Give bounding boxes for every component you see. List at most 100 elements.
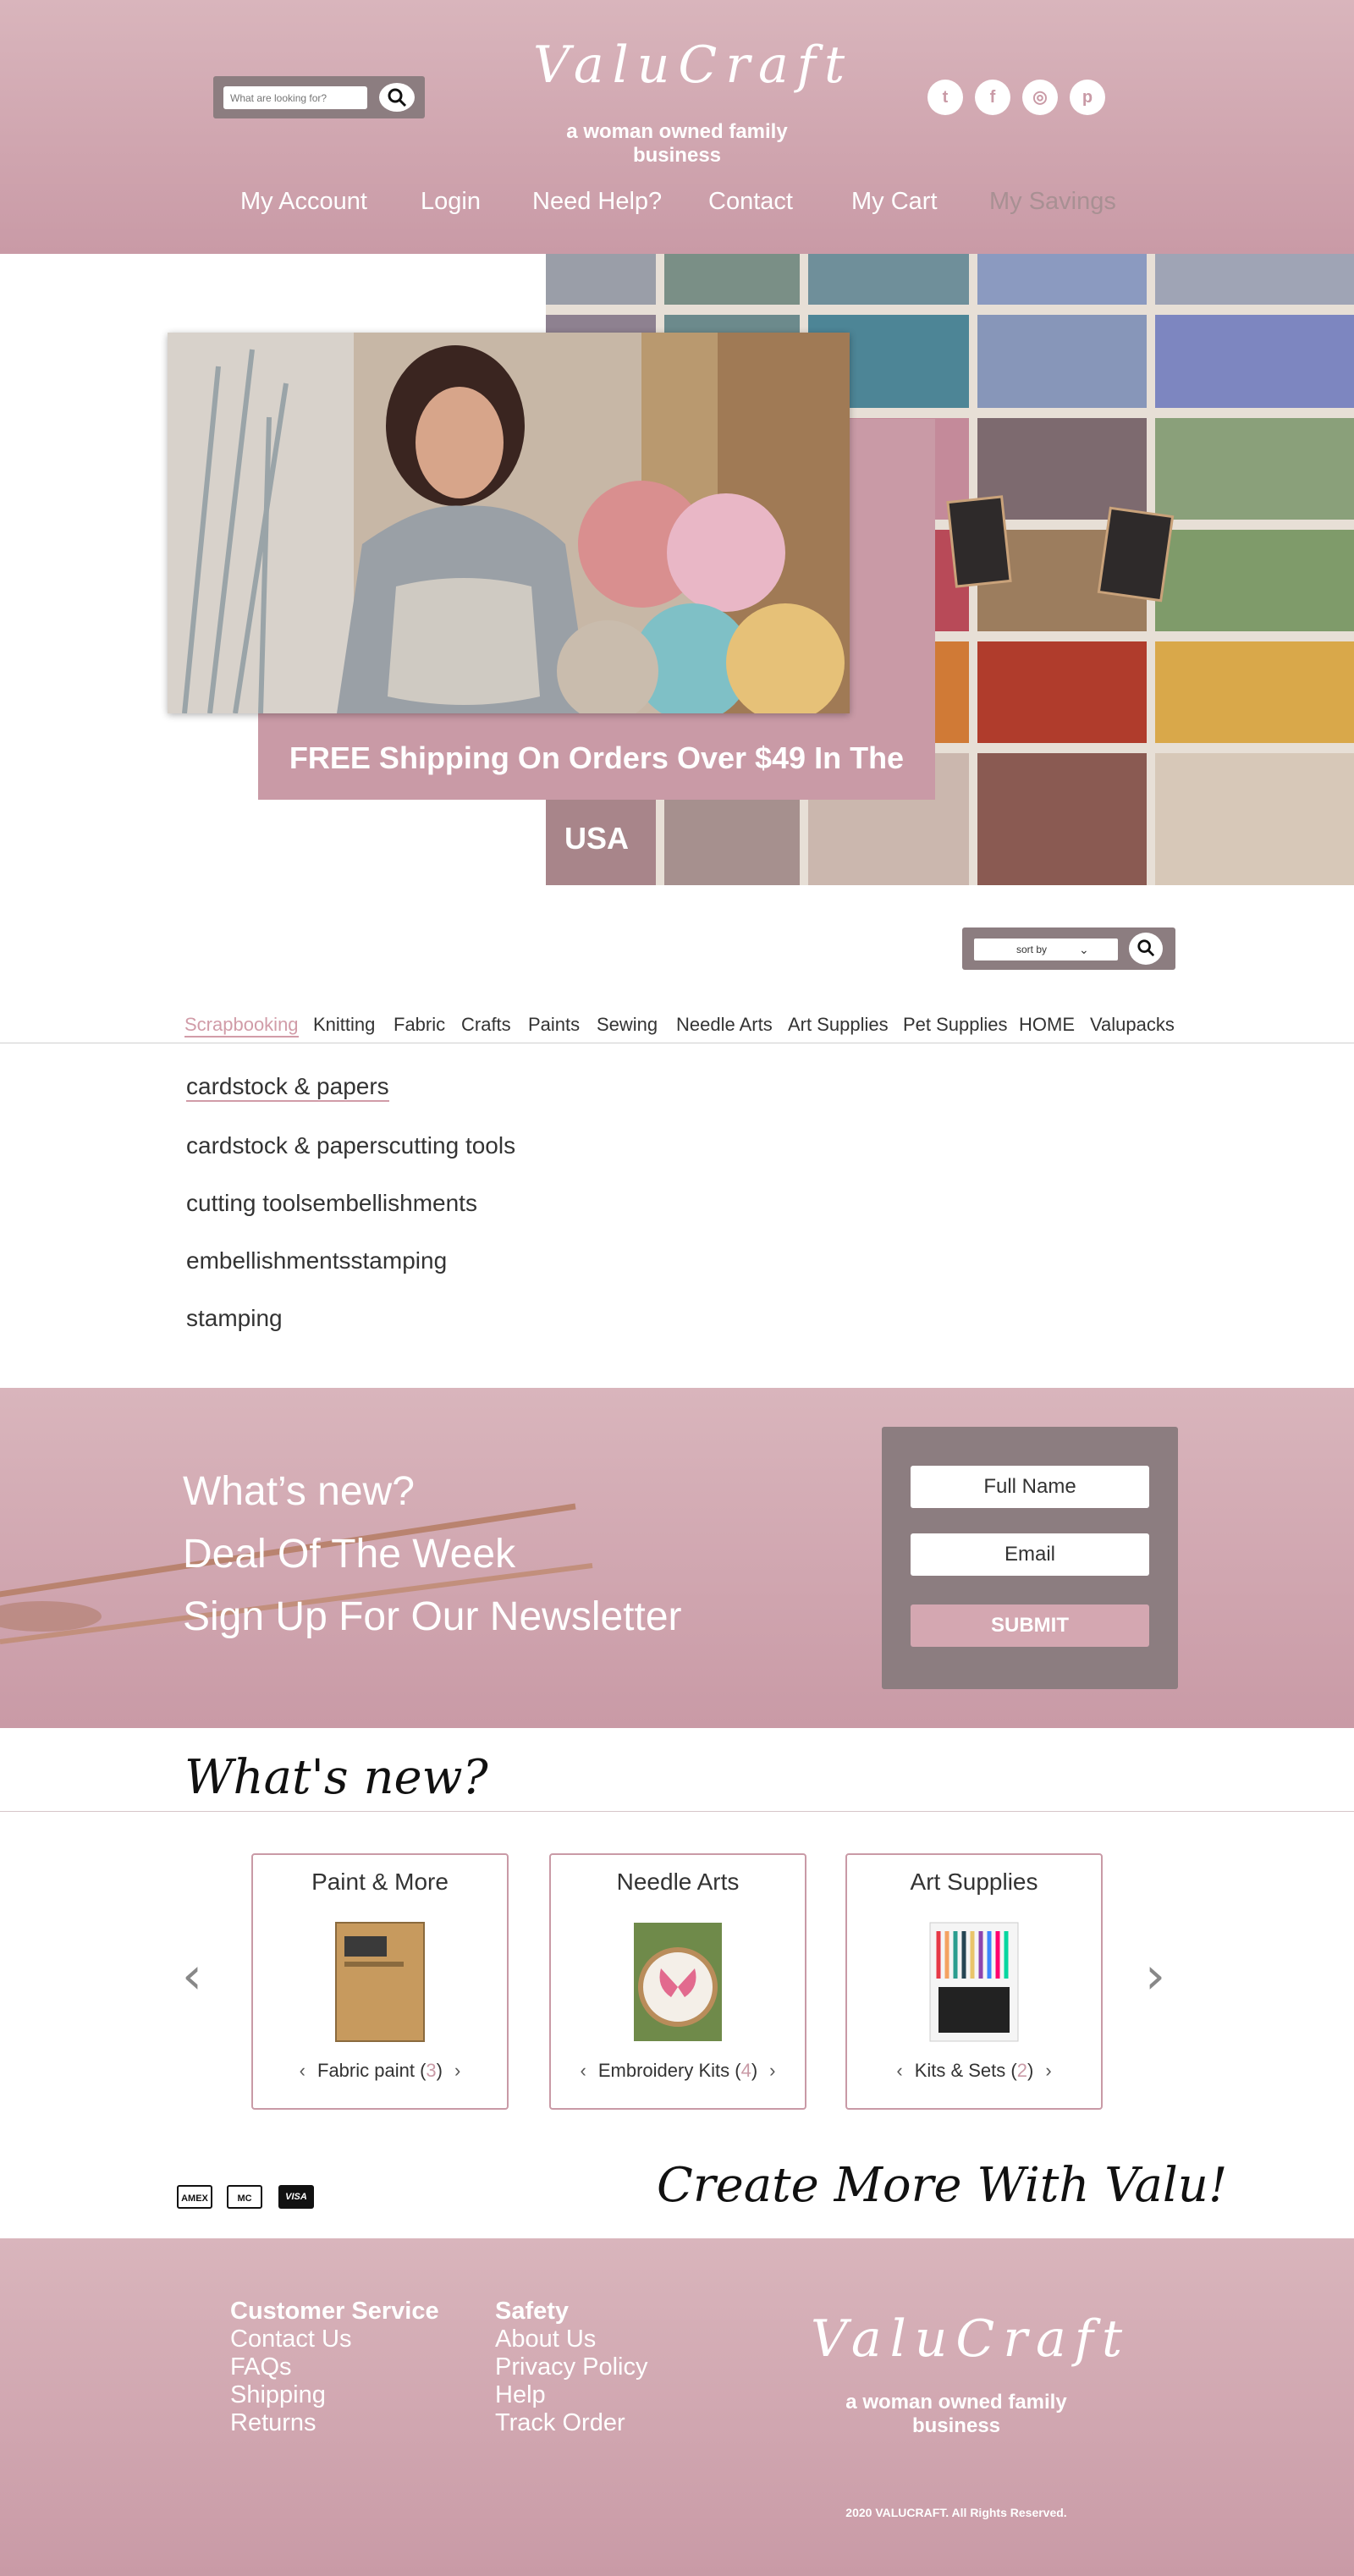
footer-logo[interactable]: ValuCraft bbox=[811, 2309, 1122, 2369]
footer-link[interactable]: Returns bbox=[230, 2409, 439, 2437]
subcategory-item[interactable]: stamping bbox=[186, 1305, 515, 1332]
facebook-icon[interactable]: f bbox=[975, 80, 1010, 115]
instagram-icon[interactable]: ◎ bbox=[1022, 80, 1058, 115]
whats-new-link[interactable]: What’s new? bbox=[183, 1461, 682, 1523]
pinterest-icon[interactable]: p bbox=[1070, 80, 1105, 115]
twitter-icon[interactable]: t bbox=[927, 80, 963, 115]
search-icon bbox=[1137, 939, 1155, 957]
card-nav: ‹ Fabric paint (3) › bbox=[299, 2060, 461, 2081]
footer-link[interactable]: FAQs bbox=[230, 2353, 439, 2381]
product-card[interactable]: Paint & More ‹ Fabric paint (3) › bbox=[251, 1853, 509, 2110]
card-nav: ‹ Embroidery Kits (4) › bbox=[580, 2060, 776, 2081]
amex-icon: AMEX bbox=[177, 2185, 212, 2209]
sort-label: sort by bbox=[1016, 944, 1048, 955]
nav-my-savings[interactable]: My Savings bbox=[989, 188, 1116, 216]
chevron-right-icon[interactable]: › bbox=[769, 2060, 775, 2081]
category-scrapbooking[interactable]: Scrapbooking bbox=[184, 1014, 299, 1038]
footer-col-safety: Safety About Us Privacy Policy Help Trac… bbox=[495, 2298, 648, 2437]
site-header: ValuCraft a woman owned family business … bbox=[0, 0, 1354, 254]
site-logo[interactable]: ValuCraft bbox=[533, 36, 845, 95]
card-item-count: 4 bbox=[740, 2060, 751, 2081]
card-nav: ‹ Kits & Sets (2) › bbox=[896, 2060, 1052, 2081]
newsletter-signup-text: Sign Up For Our Newsletter bbox=[183, 1594, 682, 1639]
footer-tagline: a woman owned family business bbox=[845, 2391, 1067, 2437]
social-links: t f ◎ p bbox=[927, 80, 1117, 115]
product-card[interactable]: Needle Arts ‹ Embroidery Kits (4) › bbox=[549, 1853, 806, 2110]
category-needle-arts[interactable]: Needle Arts bbox=[676, 1014, 773, 1036]
card-title: Paint & More bbox=[311, 1869, 449, 1895]
search-icon bbox=[388, 88, 407, 107]
newsletter-form: Full Name Email SUBMIT bbox=[882, 1427, 1178, 1689]
footer-link[interactable]: About Us bbox=[495, 2326, 648, 2353]
footer-link[interactable]: Shipping bbox=[230, 2381, 439, 2409]
footer-link[interactable]: Help bbox=[495, 2381, 648, 2409]
subcategory-item[interactable]: cutting toolsembellishments bbox=[186, 1190, 515, 1217]
sort-search-button[interactable] bbox=[1129, 933, 1163, 965]
deal-of-week-link[interactable]: Deal Of The Week bbox=[183, 1523, 682, 1586]
nav-my-cart[interactable]: My Cart bbox=[851, 188, 938, 216]
category-fabric[interactable]: Fabric bbox=[394, 1014, 445, 1036]
search-button[interactable] bbox=[379, 83, 415, 112]
category-valupacks[interactable]: Valupacks bbox=[1090, 1014, 1175, 1036]
header-search bbox=[213, 76, 425, 118]
site-tagline: a woman owned family business bbox=[566, 120, 788, 167]
footer-heading: Customer Service bbox=[230, 2298, 439, 2325]
slogan: Create More With Valu! bbox=[657, 2158, 1228, 2213]
chevron-down-icon: ⌄ bbox=[1079, 943, 1089, 956]
search-input[interactable] bbox=[223, 86, 367, 109]
chevron-left-icon[interactable]: ‹ bbox=[896, 2060, 902, 2081]
woman-knitting-illustration bbox=[168, 333, 850, 713]
subcategory-item[interactable]: embellishmentsstamping bbox=[186, 1247, 515, 1274]
category-paints[interactable]: Paints bbox=[528, 1014, 580, 1036]
whats-new-title: What's new? bbox=[184, 1750, 488, 1805]
card-item-count: 2 bbox=[1016, 2060, 1027, 2081]
carousel-prev-icon[interactable]: ‹ bbox=[182, 1946, 202, 2006]
chevron-right-icon[interactable]: › bbox=[454, 2060, 460, 2081]
card-item-label[interactable]: Kits & Sets bbox=[915, 2060, 1006, 2081]
footer-link[interactable]: Track Order bbox=[495, 2409, 648, 2437]
nav-my-account[interactable]: My Account bbox=[240, 188, 367, 216]
email-field[interactable]: Email bbox=[911, 1533, 1149, 1576]
card-title: Needle Arts bbox=[616, 1869, 740, 1895]
subcategory-list: cardstock & papers cardstock & paperscut… bbox=[186, 1073, 515, 1362]
footer-col-customer: Customer Service Contact Us FAQs Shippin… bbox=[230, 2298, 439, 2437]
copyright: 2020 VALUCRAFT. All Rights Reserved. bbox=[845, 2506, 1067, 2519]
embroidery-kit-image bbox=[634, 1923, 722, 2041]
card-item-label[interactable]: Embroidery Kits bbox=[598, 2060, 729, 2081]
fabric-paint-image bbox=[335, 1922, 425, 2042]
site-footer: Customer Service Contact Us FAQs Shippin… bbox=[0, 2238, 1354, 2576]
category-crafts[interactable]: Crafts bbox=[461, 1014, 511, 1036]
free-shipping-banner: FREE Shipping On Orders Over $49 In The … bbox=[289, 740, 905, 856]
product-card[interactable]: Art Supplies ‹ Kits & Sets (2) › bbox=[845, 1853, 1103, 2110]
nav-need-help[interactable]: Need Help? bbox=[532, 188, 662, 216]
nav-contact[interactable]: Contact bbox=[708, 188, 793, 216]
subcategory-item[interactable]: cardstock & papers bbox=[186, 1073, 389, 1102]
newsletter-band: What’s new? Deal Of The Week Sign Up For… bbox=[0, 1388, 1354, 1728]
category-knitting[interactable]: Knitting bbox=[313, 1014, 375, 1036]
category-sewing[interactable]: Sewing bbox=[597, 1014, 658, 1036]
footer-link[interactable]: Contact Us bbox=[230, 2326, 439, 2353]
full-name-field[interactable]: Full Name bbox=[911, 1466, 1149, 1508]
whats-new-divider bbox=[0, 1811, 1354, 1812]
sort-bar: sort by ⌄ bbox=[962, 927, 1175, 970]
submit-button[interactable]: SUBMIT bbox=[911, 1604, 1149, 1647]
hero-knitting-photo bbox=[168, 333, 850, 713]
category-pet-supplies[interactable]: Pet Supplies bbox=[903, 1014, 1008, 1036]
footer-heading: Safety bbox=[495, 2298, 570, 2325]
subcategory-item[interactable]: cardstock & paperscutting tools bbox=[186, 1132, 515, 1159]
sort-select[interactable]: sort by ⌄ bbox=[974, 938, 1118, 960]
card-title: Art Supplies bbox=[910, 1869, 1038, 1895]
art-kit-image bbox=[929, 1922, 1019, 2042]
chevron-left-icon[interactable]: ‹ bbox=[300, 2060, 305, 2081]
category-home[interactable]: HOME bbox=[1019, 1014, 1075, 1036]
chevron-right-icon[interactable]: › bbox=[1045, 2060, 1051, 2081]
card-item-label[interactable]: Fabric paint bbox=[317, 2060, 415, 2081]
carousel-next-icon[interactable]: › bbox=[1145, 1946, 1165, 2006]
chevron-left-icon[interactable]: ‹ bbox=[581, 2060, 586, 2081]
footer-link[interactable]: Privacy Policy bbox=[495, 2353, 648, 2381]
category-art-supplies[interactable]: Art Supplies bbox=[788, 1014, 889, 1036]
card-item-count: 3 bbox=[426, 2060, 437, 2081]
mastercard-icon: MC bbox=[227, 2185, 262, 2209]
newsletter-promo: What’s new? Deal Of The Week Sign Up For… bbox=[183, 1461, 682, 1649]
nav-login[interactable]: Login bbox=[421, 188, 481, 216]
